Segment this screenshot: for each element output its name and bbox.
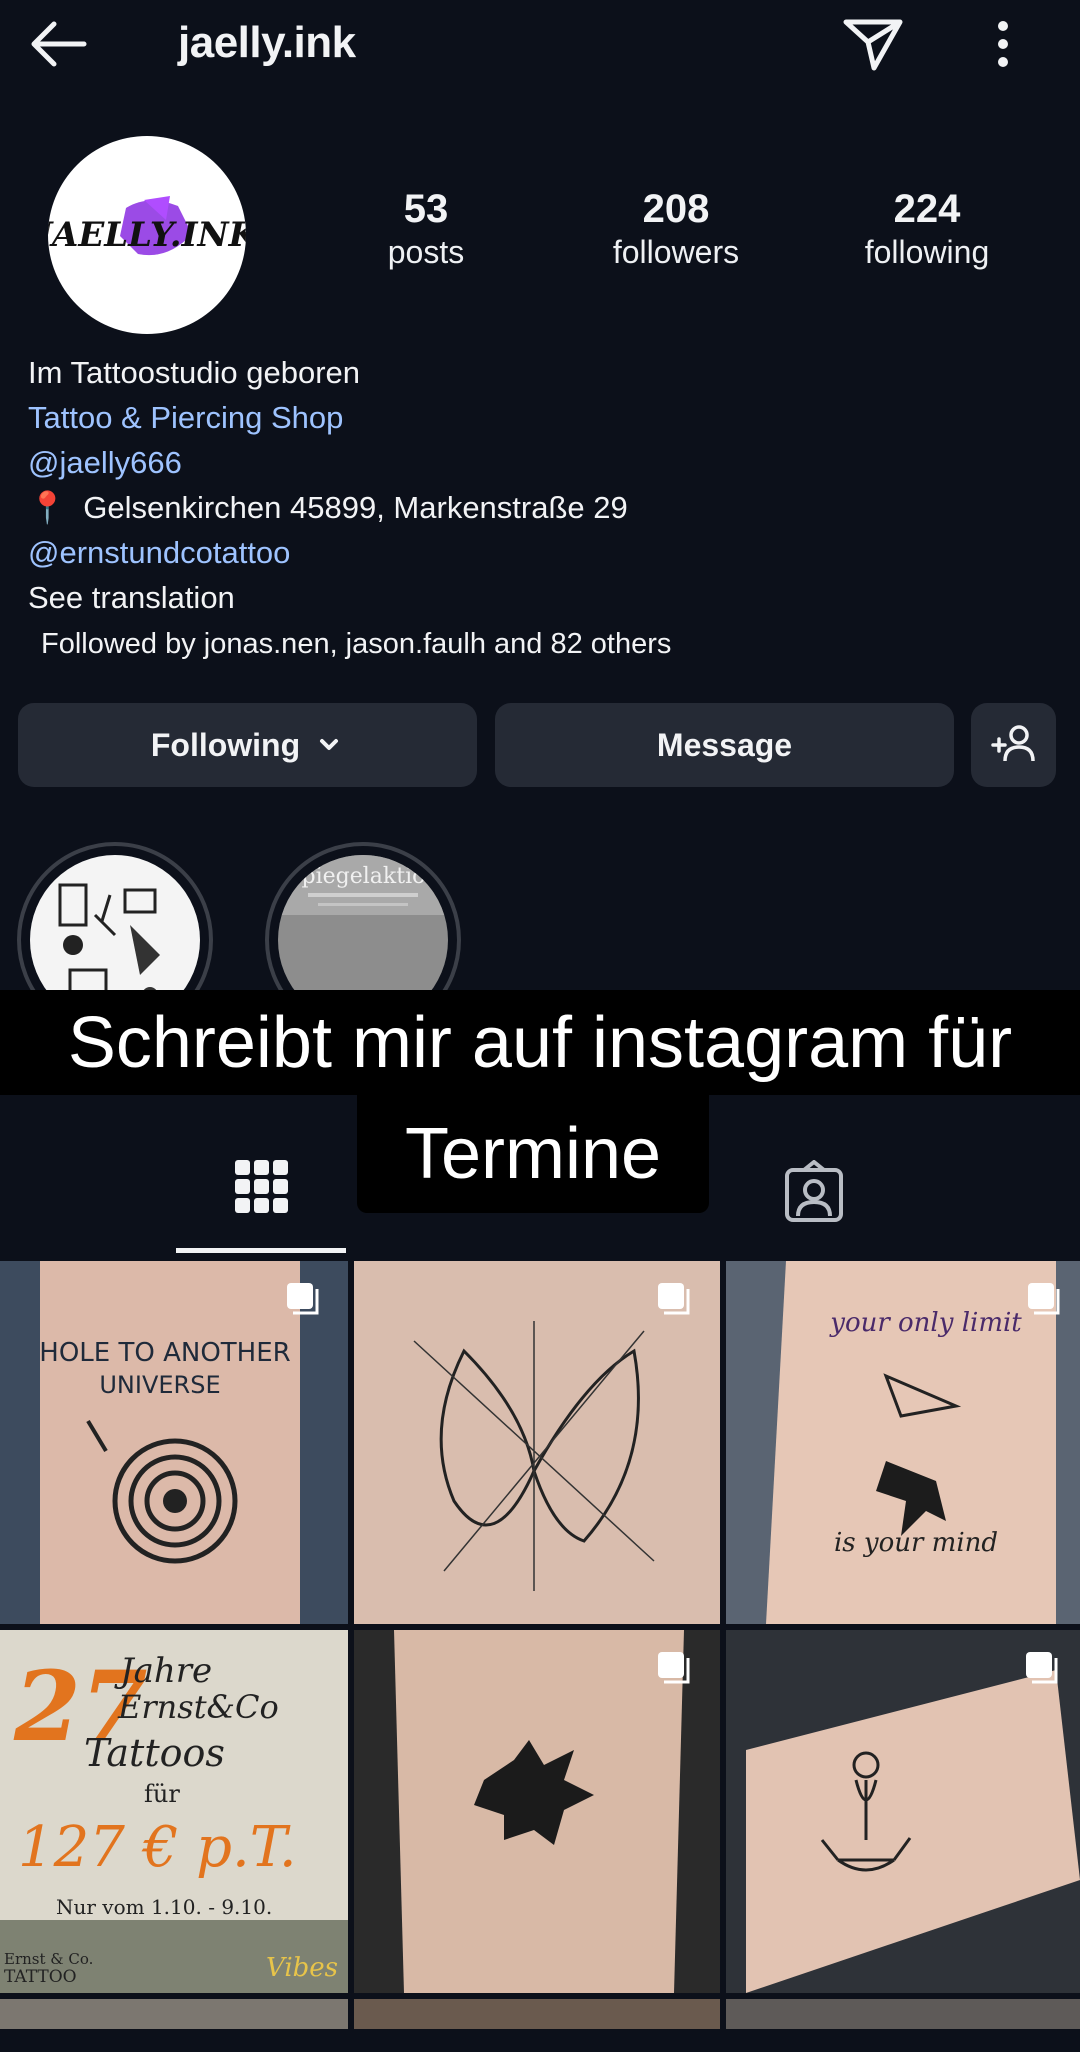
post-tattoo-text-bottom: is your mind <box>834 1528 998 1558</box>
following-count[interactable]: 224 following <box>827 186 1027 272</box>
followers-label: followers <box>612 234 740 270</box>
following-number: 224 <box>893 187 961 231</box>
following-label: following <box>864 234 990 270</box>
highlight-title-text: Spiegelaktion <box>286 864 439 889</box>
profile-bio: Im Tattoostudio geboren Tattoo & Piercin… <box>28 350 1048 620</box>
post-tile-butterfly-cat[interactable] <box>354 1261 720 1624</box>
multi-post-icon <box>1028 1283 1060 1315</box>
message-button[interactable]: Message <box>495 703 954 787</box>
flyer-line-fuer: für <box>144 1780 180 1808</box>
video-caption-line2: Termine <box>357 1095 709 1213</box>
suggest-users-button[interactable] <box>971 703 1056 787</box>
tagged-person-icon <box>785 1159 843 1222</box>
post-tile-partial[interactable] <box>0 1999 348 2029</box>
multi-post-icon <box>287 1283 319 1315</box>
arrow-left-icon <box>31 21 87 67</box>
bio-category[interactable]: Tattoo & Piercing Shop <box>28 395 1048 440</box>
multi-post-icon <box>658 1283 690 1315</box>
multi-post-icon <box>1026 1652 1058 1684</box>
post-tattoo-text-top: HOLE TO ANOTHER <box>39 1338 290 1368</box>
post-tile-partial[interactable] <box>726 1999 1080 2029</box>
flyer-brand-line2: TATTOO <box>4 1967 77 1987</box>
video-caption-line1: Schreibt mir auf instagram für <box>0 990 1080 1095</box>
flyer-vibes: Vibes <box>266 1953 338 1983</box>
jaelly-logo: JAELLY.INK <box>48 196 246 256</box>
tab-posts-grid[interactable] <box>233 1158 291 1216</box>
share-button[interactable] <box>838 14 908 74</box>
post-tile-partial[interactable] <box>354 1999 720 2029</box>
following-button-label: Following <box>150 726 301 763</box>
top-bar: jaelly.ink <box>0 0 1080 90</box>
post-tile-silhouette[interactable] <box>354 1630 720 1993</box>
posts-count[interactable]: 53 posts <box>326 186 526 272</box>
grid-icon <box>235 1160 288 1213</box>
posts-label: posts <box>387 234 465 270</box>
bio-location: 📍 Gelsenkirchen 45899, Markenstraße 29 <box>28 485 1048 530</box>
more-options-button[interactable] <box>976 14 1030 74</box>
see-translation-link[interactable]: See translation <box>28 575 1048 620</box>
bio-mention-ernstundcotattoo[interactable]: @ernstundcotattoo <box>28 530 1048 575</box>
logo-text: JAELLY.INK <box>48 215 246 255</box>
post-tile-meditating-figure[interactable] <box>726 1630 1080 1993</box>
following-button[interactable]: Following <box>18 703 477 787</box>
flyer-line-ernstco: Ernst&Co <box>117 1688 279 1726</box>
flyer-line-jahre: Jahre <box>114 1651 212 1691</box>
post-tattoo-text-bottom: UNIVERSE <box>99 1371 220 1399</box>
post-tile-paper-plane-jet[interactable]: your only limit is your mind <box>726 1261 1080 1624</box>
flyer-brand-line1: Ernst & Co. <box>4 1950 93 1968</box>
message-button-label: Message <box>656 726 793 763</box>
back-button[interactable] <box>24 14 92 74</box>
flyer-line-tattoos: Tattoos <box>84 1731 225 1775</box>
active-tab-indicator <box>176 1248 346 1253</box>
paper-plane-icon <box>843 19 903 71</box>
followers-number: 208 <box>642 187 710 231</box>
posts-number: 53 <box>403 187 449 231</box>
followed-by-text[interactable]: Followed by jonas.nen, jason.faulh and 8… <box>41 628 671 661</box>
chevron-down-icon <box>320 739 339 750</box>
more-vertical-icon <box>998 21 1008 67</box>
profile-username: jaelly.ink <box>178 18 356 67</box>
multi-post-icon <box>658 1652 690 1684</box>
location-text: Gelsenkirchen 45899, Markenstraße 29 <box>83 490 628 525</box>
flyer-dates: Nur vom 1.10. - 9.10. <box>56 1895 272 1919</box>
post-tattoo-text-top: your only limit <box>829 1308 1022 1338</box>
post-tile-anniversary-flyer[interactable]: 27 Jahre Ernst&Co Tattoos für 127 € p.T.… <box>0 1630 348 1993</box>
bio-mention-jaelly666[interactable]: @jaelly666 <box>28 440 1048 485</box>
profile-avatar[interactable]: JAELLY.INK <box>48 136 246 334</box>
followers-count[interactable]: 208 followers <box>576 186 776 272</box>
location-pin-icon: 📍 <box>28 490 67 525</box>
bio-line: Im Tattoostudio geboren <box>28 355 361 390</box>
person-add-icon <box>990 725 1035 762</box>
flyer-price: 127 € p.T. <box>18 1815 297 1880</box>
tab-tagged[interactable] <box>782 1159 846 1224</box>
post-tile-universe[interactable]: HOLE TO ANOTHER UNIVERSE <box>0 1261 348 1624</box>
